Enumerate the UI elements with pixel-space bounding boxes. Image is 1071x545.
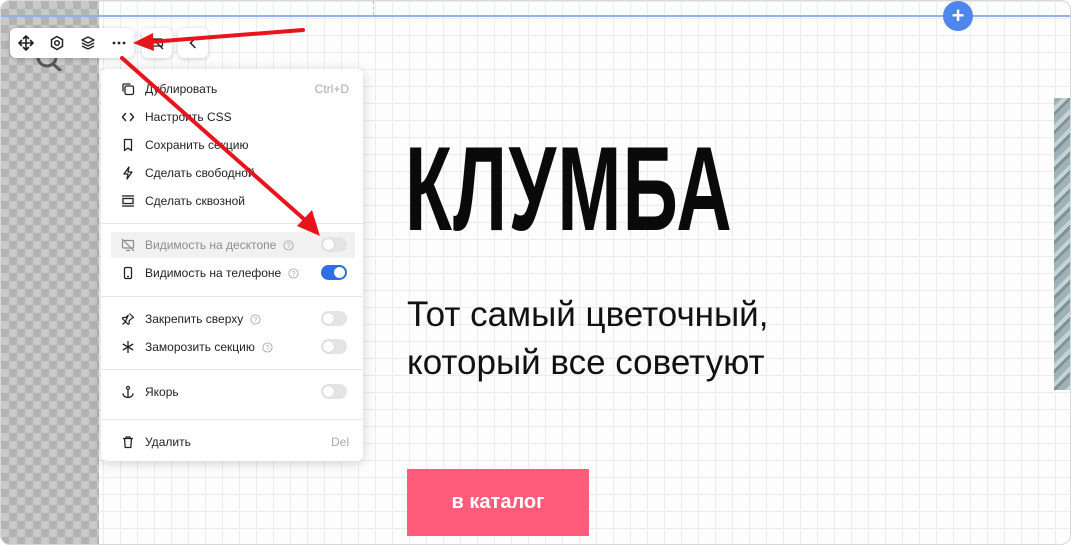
freeze-section-toggle[interactable]	[321, 339, 347, 354]
settings-button[interactable]	[41, 28, 72, 58]
menu-item-freeze-section[interactable]: Заморозить секцию ?	[111, 334, 355, 360]
more-button[interactable]	[103, 28, 134, 58]
menu-item-label: Удалить	[145, 435, 191, 449]
menu-item-label: Настроить CSS	[145, 110, 232, 124]
anchor-icon	[122, 385, 134, 399]
phone-icon	[123, 266, 133, 280]
menu-item-label: Видимость на телефоне	[145, 266, 282, 280]
move-icon	[17, 35, 34, 51]
menu-item-pin-top[interactable]: Закрепить сверху ?	[111, 306, 355, 332]
add-section-button[interactable]: +	[943, 1, 973, 31]
hero-subtitle: Тот самый цветочный, который все советую…	[407, 295, 769, 382]
through-section-icon	[122, 195, 134, 207]
menu-item-label: Дублировать	[145, 82, 218, 96]
hero-image-fragment	[1054, 98, 1070, 390]
transparent-area	[1, 1, 99, 544]
trash-icon	[123, 436, 133, 449]
svg-text:?: ?	[265, 344, 269, 351]
hero-title: КЛУМБА	[405, 122, 733, 256]
help-icon: ?	[288, 267, 299, 279]
settings-icon	[50, 35, 63, 51]
menu-item-shortcut: Del	[330, 435, 349, 449]
menu-item-desktop-visibility[interactable]: Видимость на десктопе ?	[111, 232, 355, 258]
menu-divider	[101, 419, 363, 420]
section-top-guide	[1, 1, 1070, 16]
hide-button[interactable]	[142, 28, 172, 58]
pin-icon	[121, 313, 135, 326]
section-toolbar	[10, 28, 134, 58]
menu-item-make-through[interactable]: Сделать сквозной	[111, 188, 355, 214]
help-icon: ?	[283, 239, 294, 251]
section-boundary-line	[1, 15, 1070, 17]
menu-divider	[101, 296, 363, 297]
hide-icon	[150, 36, 164, 50]
menu-item-label: Заморозить секцию	[145, 340, 255, 354]
chevron-left-icon	[189, 37, 196, 49]
menu-divider	[101, 369, 363, 370]
plus-icon: +	[951, 3, 965, 28]
menu-item-phone-visibility[interactable]: Видимость на телефоне ?	[111, 260, 355, 286]
anchor-toggle[interactable]	[321, 384, 347, 399]
menu-item-label: Закрепить сверху	[145, 312, 244, 326]
collapse-button[interactable]	[178, 28, 208, 58]
svg-text:?: ?	[254, 316, 258, 323]
bookmark-icon	[123, 138, 133, 152]
help-icon: ?	[250, 313, 261, 325]
menu-item-duplicate[interactable]: Дублировать Ctrl+D	[111, 76, 355, 102]
svg-text:?: ?	[292, 270, 296, 277]
more-icon	[112, 41, 125, 45]
phone-visibility-toggle[interactable]	[321, 265, 347, 280]
menu-divider	[101, 223, 363, 224]
menu-item-label: Сделать сквозной	[145, 194, 245, 208]
help-icon: ?	[262, 341, 273, 353]
menu-item-label: Сделать свободной	[145, 166, 255, 180]
menu-item-save-section[interactable]: Сохранить секцию	[111, 132, 355, 158]
pin-top-toggle[interactable]	[321, 311, 347, 326]
menu-item-delete[interactable]: Удалить Del	[111, 429, 355, 455]
catalog-button[interactable]: в каталог	[407, 469, 589, 536]
center-guide	[373, 1, 374, 15]
layers-icon	[80, 36, 95, 50]
menu-item-shortcut: Ctrl+D	[314, 82, 349, 96]
snowflake-icon	[122, 341, 134, 353]
desktop-visibility-toggle[interactable]	[321, 237, 347, 252]
svg-text:?: ?	[287, 242, 291, 249]
layers-button[interactable]	[72, 28, 103, 58]
menu-item-make-free[interactable]: Сделать свободной	[111, 160, 355, 186]
duplicate-icon	[122, 83, 135, 96]
menu-item-css[interactable]: Настроить CSS	[111, 104, 355, 130]
menu-item-label: Якорь	[145, 385, 179, 399]
menu-item-label: Видимость на десктопе	[145, 238, 277, 252]
lightning-icon	[123, 166, 133, 180]
section-context-menu: Дублировать Ctrl+D Настроить CSS Сохрани…	[101, 69, 363, 461]
code-icon	[121, 112, 135, 122]
menu-item-label: Сохранить секцию	[145, 138, 249, 152]
menu-item-anchor[interactable]: Якорь	[111, 379, 355, 405]
move-button[interactable]	[10, 28, 41, 58]
desktop-hidden-icon	[121, 238, 135, 252]
